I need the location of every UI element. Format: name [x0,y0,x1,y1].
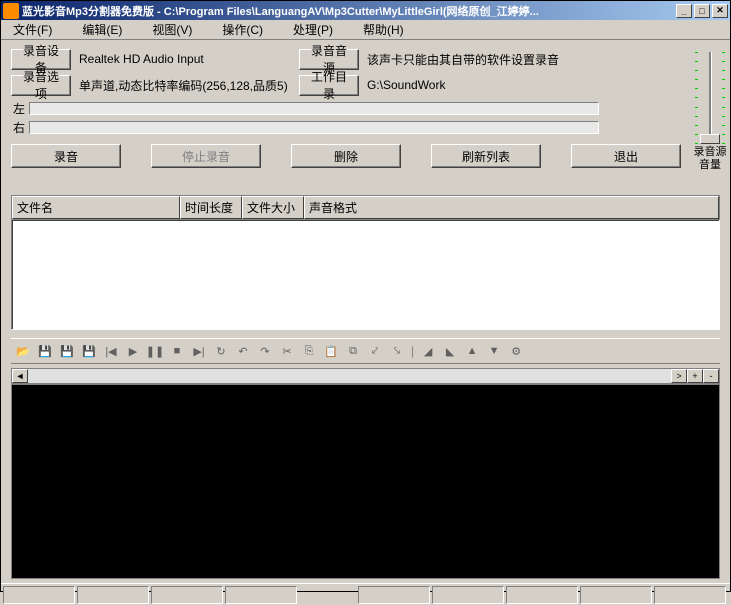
stop-record-button[interactable]: 停止录音 [151,144,261,168]
mark-end-icon[interactable]: ⤥ [389,343,405,359]
vu-right-meter [29,121,599,134]
record-options-value: 单声道,动态比特率编码(256,128,品质5) [79,77,299,94]
copy-icon[interactable]: ⎘ [301,343,317,359]
workdir-value: G:\SoundWork [367,78,445,92]
col-format[interactable]: 声音格式 [304,196,719,219]
main-window: 蓝光影音Mp3分割器免费版 - C:\Program Files\Languan… [0,0,731,592]
minimize-button[interactable]: _ [676,4,692,18]
status-cell-5[interactable] [358,586,430,604]
zoom-out-button[interactable]: - [703,369,719,383]
record-source-value: 该声卡只能由其自带的软件设置录音 [367,51,559,68]
col-filesize[interactable]: 文件大小 [242,196,304,219]
status-cell-8[interactable] [580,586,652,604]
file-table-header: 文件名 时间长度 文件大小 声音格式 [11,195,720,220]
menubar: 文件(F) 编辑(E) 视图(V) 操作(C) 处理(P) 帮助(H) [1,20,730,40]
col-duration[interactable]: 时间长度 [180,196,242,219]
status-cell-7[interactable] [506,586,578,604]
status-cell-1[interactable] [3,586,75,604]
app-icon [3,3,19,19]
record-device-button[interactable]: 录音设备 [11,49,71,70]
status-cell-2[interactable] [77,586,149,604]
col-filename[interactable]: 文件名 [12,196,180,219]
status-cell-9[interactable] [654,586,726,604]
window-title: 蓝光影音Mp3分割器免费版 - C:\Program Files\Languan… [22,3,676,19]
pause-icon[interactable]: ❚❚ [147,343,163,359]
workdir-button[interactable]: 工作目录 [299,75,359,96]
play-icon[interactable]: ▶ [125,343,141,359]
file-list[interactable] [11,220,720,330]
fade-in-icon[interactable]: ◢ [420,343,436,359]
loop-icon[interactable]: ↻ [213,343,229,359]
status-toolbar [1,583,730,605]
close-button[interactable]: ✕ [712,4,728,18]
vu-right-label: 右 [11,119,27,136]
status-cell-4[interactable] [225,586,297,604]
undo-icon[interactable]: ↶ [235,343,251,359]
volume-up-icon[interactable]: ▲ [464,343,480,359]
vu-left-meter [29,102,599,115]
vu-left-label: 左 [11,100,27,117]
menu-process[interactable]: 处理(P) [285,19,341,40]
waveform-view[interactable] [11,384,720,579]
status-cell-6[interactable] [432,586,504,604]
scroll-track[interactable] [28,369,671,383]
open-icon[interactable]: 📂 [15,343,31,359]
record-volume-label: 录音源 音量 [694,146,727,172]
skip-start-icon[interactable]: |◀ [103,343,119,359]
scroll-left-button[interactable]: ◄ [12,369,28,383]
menu-help[interactable]: 帮助(H) [355,19,412,40]
mark-start-icon[interactable]: ⤦ [367,343,383,359]
save-all-icon[interactable]: 💾 [81,343,97,359]
record-source-button[interactable]: 录音音源 [299,49,359,70]
redo-icon[interactable]: ↷ [257,343,273,359]
record-volume-thumb[interactable] [700,134,720,144]
titlebar: 蓝光影音Mp3分割器免费版 - C:\Program Files\Languan… [1,1,730,20]
stop-icon[interactable]: ■ [169,343,185,359]
status-cell-3[interactable] [151,586,223,604]
paste-icon[interactable]: 📋 [323,343,339,359]
fade-out-icon[interactable]: ◣ [442,343,458,359]
cut-icon[interactable]: ✂ [279,343,295,359]
record-button[interactable]: 录音 [11,144,121,168]
zoom-in-button[interactable]: + [687,369,703,383]
maximize-button[interactable]: □ [694,4,710,18]
skip-end-icon[interactable]: ▶| [191,343,207,359]
record-options-button[interactable]: 录音选项 [11,75,71,96]
refresh-list-button[interactable]: 刷新列表 [431,144,541,168]
scroll-right-button[interactable]: > [671,369,687,383]
playback-toolbar: 📂 💾 💾 💾 |◀ ▶ ❚❚ ■ ▶| ↻ ↶ ↷ ✂ ⎘ 📋 ⧉ ⤦ ⤥ |… [11,338,720,364]
crop-icon[interactable]: ⧉ [345,343,361,359]
save-icon[interactable]: 💾 [59,343,75,359]
menu-file[interactable]: 文件(F) [5,19,60,40]
exit-button[interactable]: 退出 [571,144,681,168]
record-device-value: Realtek HD Audio Input [79,52,299,66]
record-volume-slider[interactable] [701,52,719,144]
settings-icon[interactable]: ⚙ [508,343,524,359]
delete-button[interactable]: 删除 [291,144,401,168]
waveform-scrollbar[interactable]: ◄ > + - [11,368,720,384]
volume-down-icon[interactable]: ▼ [486,343,502,359]
menu-operate[interactable]: 操作(C) [214,19,271,40]
menu-edit[interactable]: 编辑(E) [74,19,130,40]
save-as-icon[interactable]: 💾 [37,343,53,359]
menu-view[interactable]: 视图(V) [144,19,200,40]
